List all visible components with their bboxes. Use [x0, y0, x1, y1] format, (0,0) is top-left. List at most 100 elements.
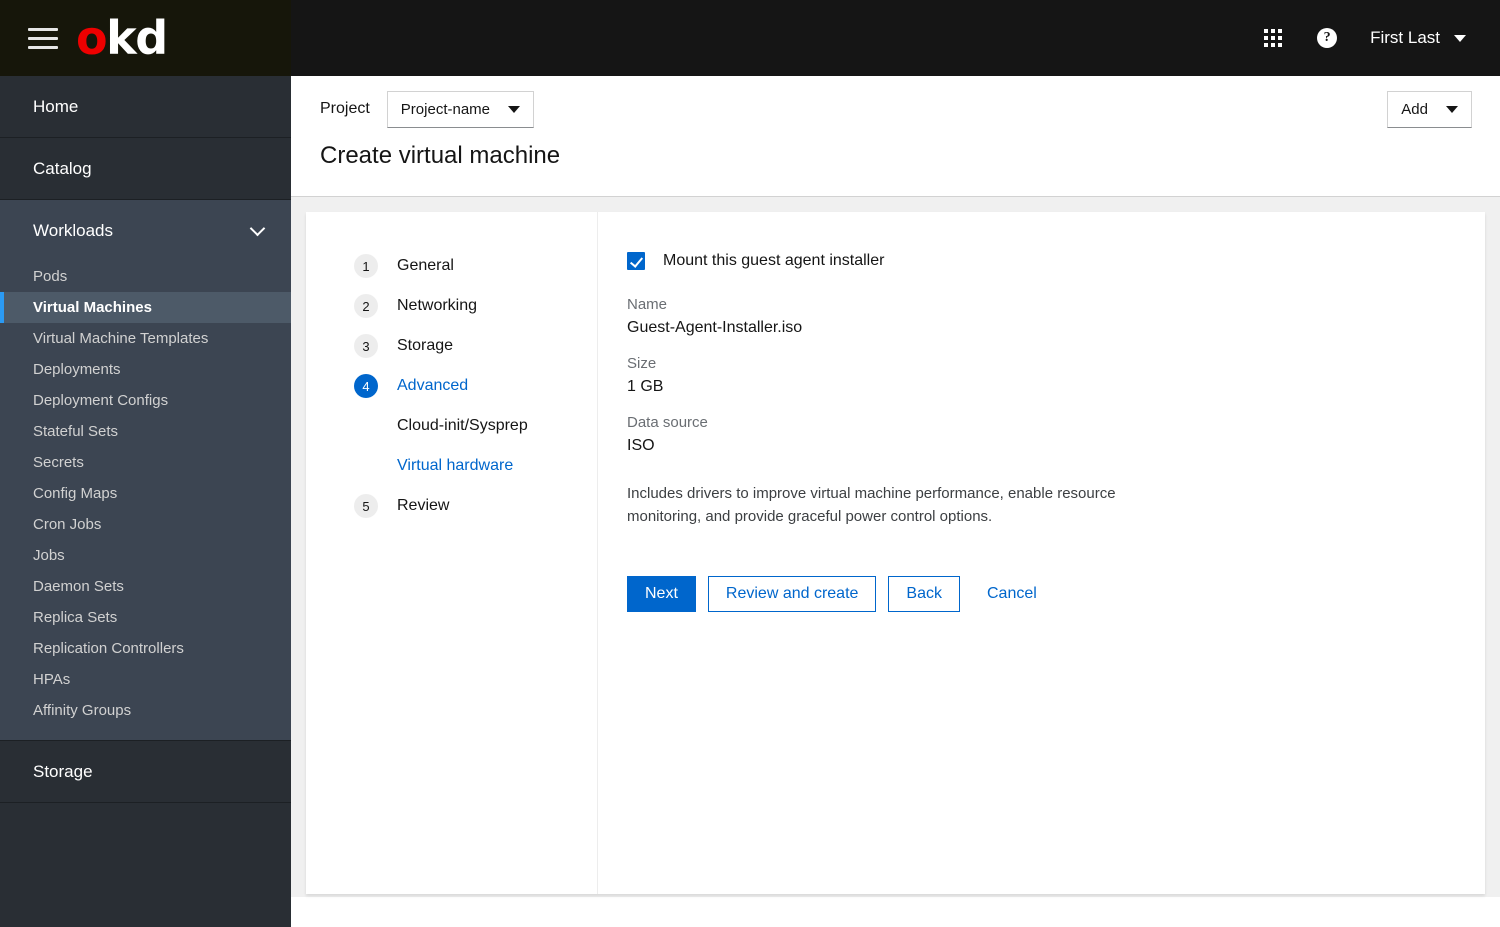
application-grid-glyph: [1264, 29, 1283, 47]
application-grid-icon[interactable]: [1246, 11, 1300, 65]
mount-guest-agent-installer-row: Mount this guest agent installer: [627, 252, 1485, 270]
user-name: First Last: [1370, 28, 1440, 47]
next-button[interactable]: Next: [627, 575, 696, 612]
wizard-step-advanced[interactable]: 4 Advanced: [306, 366, 597, 406]
field-value: ISO: [627, 437, 655, 454]
step-label: Virtual hardware: [397, 457, 514, 474]
sidebar-item-label: Jobs: [33, 547, 65, 564]
wizard-substep-virtual-hardware[interactable]: Virtual hardware: [306, 446, 597, 486]
sidebar-item-label: Virtual Machines: [33, 299, 152, 316]
sidebar-item-label: Storage: [33, 761, 93, 781]
step-number: 1: [354, 254, 378, 278]
page-body: 1 General 2 Networking 3 Storage 4 Advan…: [291, 197, 1500, 897]
step-label: Cloud-init/Sysprep: [397, 417, 528, 434]
chevron-down-icon: [1446, 105, 1458, 113]
okd-logo-text: okd: [76, 15, 168, 61]
sidebar-item-label: Daemon Sets: [33, 578, 124, 595]
sidebar-section-storage: Storage: [0, 741, 291, 803]
wizard-step-review[interactable]: 5 Review: [306, 486, 597, 526]
user-menu[interactable]: First Last: [1354, 11, 1478, 65]
sidebar-item-label: Stateful Sets: [33, 423, 119, 440]
sidebar-item-hpas[interactable]: HPAs: [0, 664, 291, 695]
guest-agent-helper-text: Includes drivers to improve virtual mach…: [627, 485, 1116, 526]
sidebar-item-affinity-groups[interactable]: Affinity Groups: [0, 695, 291, 726]
okd-logo[interactable]: okd: [76, 8, 168, 68]
sidebar-item-jobs[interactable]: Jobs: [0, 540, 291, 571]
mount-guest-agent-installer-label: Mount this guest agent installer: [663, 252, 885, 269]
sidebar-item-label: Cron Jobs: [33, 516, 102, 533]
sidebar-item-label: Deployment Configs: [33, 392, 169, 409]
step-number: 4: [354, 374, 378, 398]
back-button[interactable]: Back: [888, 575, 960, 612]
mount-guest-agent-installer-checkbox[interactable]: [627, 252, 645, 270]
wizard-step-nav[interactable]: 1 General 2 Networking 3 Storage 4 Advan…: [306, 212, 598, 894]
page-heading: Create virtual machine: [291, 142, 1500, 196]
sidebar-item-storage[interactable]: Storage: [0, 741, 291, 802]
project-bar: Project Project-name Add: [291, 76, 1500, 142]
sidebar-item-virtual-machines[interactable]: Virtual Machines: [0, 292, 291, 323]
sidebar-item-replica-sets[interactable]: Replica Sets: [0, 602, 291, 633]
sidebar-item-cron-jobs[interactable]: Cron Jobs: [0, 509, 291, 540]
review-and-create-button[interactable]: Review and create: [707, 575, 877, 612]
wizard-step-storage[interactable]: 3 Storage: [306, 326, 597, 366]
sidebar-item-secrets[interactable]: Secrets: [0, 447, 291, 478]
field-name: Name Guest-Agent-Installer.iso: [627, 296, 1485, 337]
sidebar-item-label: Virtual Machine Templates: [33, 330, 209, 347]
step-label: Networking: [397, 297, 478, 314]
chevron-down-icon: [1454, 34, 1466, 42]
cancel-button[interactable]: Cancel: [972, 576, 1052, 612]
hamburger-bar: [28, 27, 58, 31]
sidebar-item-workloads[interactable]: Workloads: [0, 200, 291, 261]
sidebar-item-stateful-sets[interactable]: Stateful Sets: [0, 416, 291, 447]
field-label: Name: [627, 296, 668, 313]
sidebar-item-label: Replica Sets: [33, 609, 118, 626]
sidebar-item-pods[interactable]: Pods: [0, 261, 291, 292]
sidebar-item-label: Secrets: [33, 454, 84, 471]
wizard-footer-actions: Next Review and create Back Cancel: [627, 575, 1485, 612]
sidebar-section-home: Home: [0, 76, 291, 138]
hamburger-menu-icon[interactable]: [28, 22, 60, 54]
help-glyph: ?: [1317, 28, 1338, 48]
masthead-utilities: ? First Last: [1246, 0, 1478, 76]
add-button-label: Add: [1401, 100, 1428, 118]
sidebar-item-replication-controllers[interactable]: Replication Controllers: [0, 633, 291, 664]
field-label: Data source: [627, 414, 708, 431]
hamburger-bar: [28, 36, 58, 40]
sidebar-filler: [0, 803, 291, 927]
sidebar-item-catalog[interactable]: Catalog: [0, 138, 291, 199]
sidebar-item-label: Deployments: [33, 361, 121, 378]
page-title: Create virtual machine: [320, 142, 561, 169]
sidebar-item-daemon-sets[interactable]: Daemon Sets: [0, 571, 291, 602]
sidebar-item-home[interactable]: Home: [0, 76, 291, 137]
sidebar-item-label: Affinity Groups: [33, 702, 132, 719]
okd-console-page: okd ? First Last Home Catalog Workloads …: [0, 0, 1500, 927]
sidebar-item-deployment-configs[interactable]: Deployment Configs: [0, 385, 291, 416]
step-label: Advanced: [397, 377, 469, 394]
sidebar-workloads-children: Pods Virtual Machines Virtual Machine Te…: [0, 261, 291, 740]
field-label: Size: [627, 355, 657, 372]
sidebar-item-label: Catalog: [33, 158, 92, 178]
sidebar-item-deployments[interactable]: Deployments: [0, 354, 291, 385]
field-size: Size 1 GB: [627, 355, 1485, 396]
add-button[interactable]: Add: [1387, 90, 1472, 128]
okd-logo-kd: kd: [106, 11, 168, 65]
wizard-step-general[interactable]: 1 General: [306, 246, 597, 286]
chevron-down-icon: [249, 220, 266, 236]
step-label: General: [397, 257, 454, 274]
step-label: Storage: [397, 337, 454, 354]
field-data-source: Data source ISO: [627, 414, 1485, 455]
sidebar-item-label: HPAs: [33, 671, 71, 688]
main-content: Project Project-name Add Create virtual …: [291, 76, 1500, 927]
step-number: 2: [354, 294, 378, 318]
sidebar-section-catalog: Catalog: [0, 138, 291, 200]
masthead: okd ? First Last: [0, 0, 1500, 76]
help-circle-icon[interactable]: ?: [1300, 11, 1354, 65]
sidebar-item-config-maps[interactable]: Config Maps: [0, 478, 291, 509]
project-select[interactable]: Project-name: [386, 90, 534, 128]
wizard-substep-cloud-init-sysprep[interactable]: Cloud-init/Sysprep: [306, 406, 597, 446]
sidebar-navigation[interactable]: Home Catalog Workloads Pods Virtual Mach…: [0, 76, 291, 927]
sidebar-item-label: Config Maps: [33, 485, 118, 502]
field-value: Guest-Agent-Installer.iso: [627, 319, 803, 336]
sidebar-item-virtual-machine-templates[interactable]: Virtual Machine Templates: [0, 323, 291, 354]
wizard-step-networking[interactable]: 2 Networking: [306, 286, 597, 326]
